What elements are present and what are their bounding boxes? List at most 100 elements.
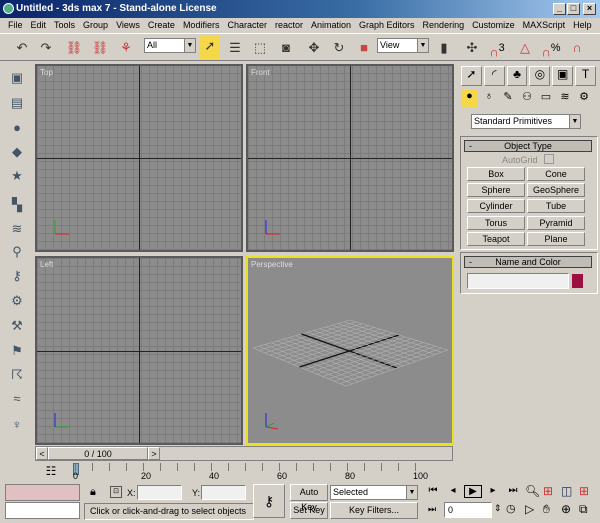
dashpot-icon[interactable]: ⚲ bbox=[8, 244, 26, 262]
time-slider-thumb[interactable]: 0 / 100 bbox=[48, 447, 148, 460]
cylinder-button[interactable]: Cylinder bbox=[467, 199, 525, 213]
time-slider-prev-button[interactable]: < bbox=[36, 447, 48, 460]
water-icon[interactable]: ≈ bbox=[8, 391, 26, 409]
next-frame-icon[interactable]: ▸ bbox=[484, 485, 502, 496]
hinge-icon[interactable]: ♆ bbox=[8, 417, 26, 435]
viewport-perspective[interactable]: Perspective bbox=[246, 256, 454, 445]
ragdoll-icon[interactable]: ☈ bbox=[8, 367, 26, 385]
viewport-top[interactable]: Top bbox=[35, 64, 243, 252]
undo-icon[interactable]: ↶ bbox=[12, 38, 32, 58]
absolute-mode-icon[interactable]: ⊡ bbox=[110, 486, 122, 498]
select-by-name-icon[interactable]: ☰ bbox=[225, 38, 245, 58]
menu-group[interactable]: Group bbox=[79, 18, 112, 33]
pan-icon[interactable]: ✋︎ bbox=[543, 502, 561, 520]
teapot-button[interactable]: Teapot bbox=[467, 232, 525, 246]
maximize-button[interactable]: □ bbox=[567, 3, 580, 15]
maxscript-listener-mini[interactable] bbox=[5, 484, 80, 501]
menu-file[interactable]: File bbox=[4, 18, 27, 33]
geosphere-button[interactable]: GeoSphere bbox=[527, 183, 585, 197]
toy-car-icon[interactable]: ⚒ bbox=[8, 318, 26, 336]
key-mode-dropdown[interactable]: Selected▼ bbox=[330, 485, 418, 500]
frame-spinner-icon[interactable]: ⇕ bbox=[494, 503, 502, 514]
scale-icon[interactable]: ■ bbox=[354, 38, 374, 58]
helpers-icon[interactable]: ▭ bbox=[538, 90, 554, 110]
maximize-viewport-icon[interactable]: ⧉ bbox=[579, 502, 597, 520]
close-button[interactable]: × bbox=[583, 3, 596, 15]
set-key-button[interactable]: Set Key bbox=[290, 502, 328, 519]
menu-views[interactable]: Views bbox=[112, 18, 144, 33]
geometry-icon[interactable]: ● bbox=[461, 90, 478, 108]
hierarchy-tab-icon[interactable]: ♣ bbox=[507, 66, 528, 86]
zoom-extents-icon[interactable]: ◫ bbox=[561, 484, 579, 502]
time-slider-next-button[interactable]: > bbox=[148, 447, 160, 460]
rigid-body-icon[interactable]: ▣ bbox=[8, 70, 26, 88]
menu-animation[interactable]: Animation bbox=[307, 18, 355, 33]
modify-tab-icon[interactable]: ◜ bbox=[484, 66, 505, 86]
key-mode-toggle-icon[interactable]: ⏭ bbox=[428, 504, 436, 515]
box-button[interactable]: Box bbox=[467, 167, 525, 181]
spinner-snap-icon[interactable]: ∩ bbox=[567, 38, 587, 58]
reference-coordinate-dropdown[interactable]: View▼ bbox=[377, 38, 429, 53]
cone-button[interactable]: Cone bbox=[527, 167, 585, 181]
cloth-icon[interactable]: ▤ bbox=[8, 95, 26, 113]
pivot-icon[interactable]: ▮ bbox=[434, 38, 454, 58]
menu-graph-editors[interactable]: Graph Editors bbox=[355, 18, 419, 33]
wind-icon[interactable]: ⚑ bbox=[8, 343, 26, 361]
cloth-collection-icon[interactable]: ▚ bbox=[8, 197, 26, 215]
plane-icon[interactable]: ◆ bbox=[8, 144, 26, 162]
object-name-input[interactable] bbox=[467, 273, 569, 289]
space-warps-icon[interactable]: ≋ bbox=[557, 90, 573, 110]
category-dropdown[interactable]: Standard Primitives▼ bbox=[471, 114, 581, 129]
auto-key-button[interactable]: Auto Key bbox=[290, 484, 328, 501]
select-object-icon[interactable]: ➚ bbox=[200, 36, 220, 60]
utilities-tab-icon[interactable]: T bbox=[575, 66, 596, 86]
manipulate-icon[interactable]: ✣ bbox=[462, 38, 482, 58]
angle-snap-icon[interactable]: △ bbox=[515, 38, 535, 58]
plane-button[interactable]: Plane bbox=[527, 232, 585, 246]
menu-help[interactable]: Help bbox=[569, 18, 596, 33]
menu-modifiers[interactable]: Modifiers bbox=[179, 18, 224, 33]
rectangular-selection-icon[interactable]: ⬚ bbox=[250, 38, 270, 58]
menu-create[interactable]: Create bbox=[144, 18, 179, 33]
go-to-end-icon[interactable]: ⏭ bbox=[504, 485, 522, 496]
selection-filter-dropdown[interactable]: All▼ bbox=[144, 38, 196, 53]
star-icon[interactable]: ★ bbox=[8, 168, 26, 186]
autogrid-checkbox[interactable] bbox=[544, 154, 554, 164]
zoom-extents-all-icon[interactable]: ⊞ bbox=[579, 484, 597, 502]
rotate-icon[interactable]: ↻ bbox=[329, 38, 349, 58]
motion-tab-icon[interactable]: ◎ bbox=[529, 66, 550, 86]
previous-frame-icon[interactable]: ◂ bbox=[444, 485, 462, 496]
sphere-icon[interactable]: ● bbox=[8, 120, 26, 138]
zoom-all-icon[interactable]: ⊞ bbox=[543, 484, 561, 502]
time-slider-track[interactable]: < 0 / 100 > bbox=[35, 446, 453, 461]
bind-space-warp-icon[interactable]: ⚘ bbox=[116, 38, 136, 58]
spring-icon[interactable]: ≋ bbox=[8, 221, 26, 239]
key-icon[interactable]: ⚷ bbox=[253, 484, 285, 518]
go-to-start-icon[interactable]: ⏮ bbox=[424, 485, 442, 496]
menu-edit[interactable]: Edit bbox=[27, 18, 51, 33]
viewport-left[interactable]: Left bbox=[35, 256, 243, 445]
move-icon[interactable]: ✥ bbox=[304, 38, 324, 58]
menu-rendering[interactable]: Rendering bbox=[419, 18, 469, 33]
link-icon[interactable]: ⛓ bbox=[64, 38, 84, 58]
field-of-view-icon[interactable]: ▷ bbox=[525, 502, 543, 520]
tube-button[interactable]: Tube bbox=[527, 199, 585, 213]
create-tab-icon[interactable]: ➚ bbox=[461, 66, 482, 86]
systems-icon[interactable]: ⚙ bbox=[576, 90, 592, 110]
motor-icon[interactable]: ⚙ bbox=[8, 293, 26, 311]
key-filters-button[interactable]: Key Filters... bbox=[330, 502, 418, 519]
snap-toggle-icon[interactable]: ∩3 bbox=[487, 38, 507, 58]
mini-curve-editor-icon[interactable]: ☷ bbox=[42, 464, 60, 480]
lights-icon[interactable]: ✎ bbox=[500, 90, 516, 110]
x-coordinate-input[interactable] bbox=[137, 485, 182, 500]
zoom-icon[interactable]: 🔍︎ bbox=[525, 484, 543, 502]
percent-snap-icon[interactable]: ∩% bbox=[541, 38, 561, 58]
menu-tools[interactable]: Tools bbox=[50, 18, 79, 33]
window-crossing-icon[interactable]: ◙ bbox=[276, 38, 296, 58]
menu-character[interactable]: Character bbox=[223, 18, 271, 33]
menu-maxscript[interactable]: MAXScript bbox=[519, 18, 570, 33]
cameras-icon[interactable]: ⚇ bbox=[519, 90, 535, 110]
current-frame-input[interactable]: 0 bbox=[444, 502, 492, 518]
lock-selection-icon[interactable]: 🔒︎ bbox=[90, 486, 96, 499]
y-coordinate-input[interactable] bbox=[201, 485, 246, 500]
